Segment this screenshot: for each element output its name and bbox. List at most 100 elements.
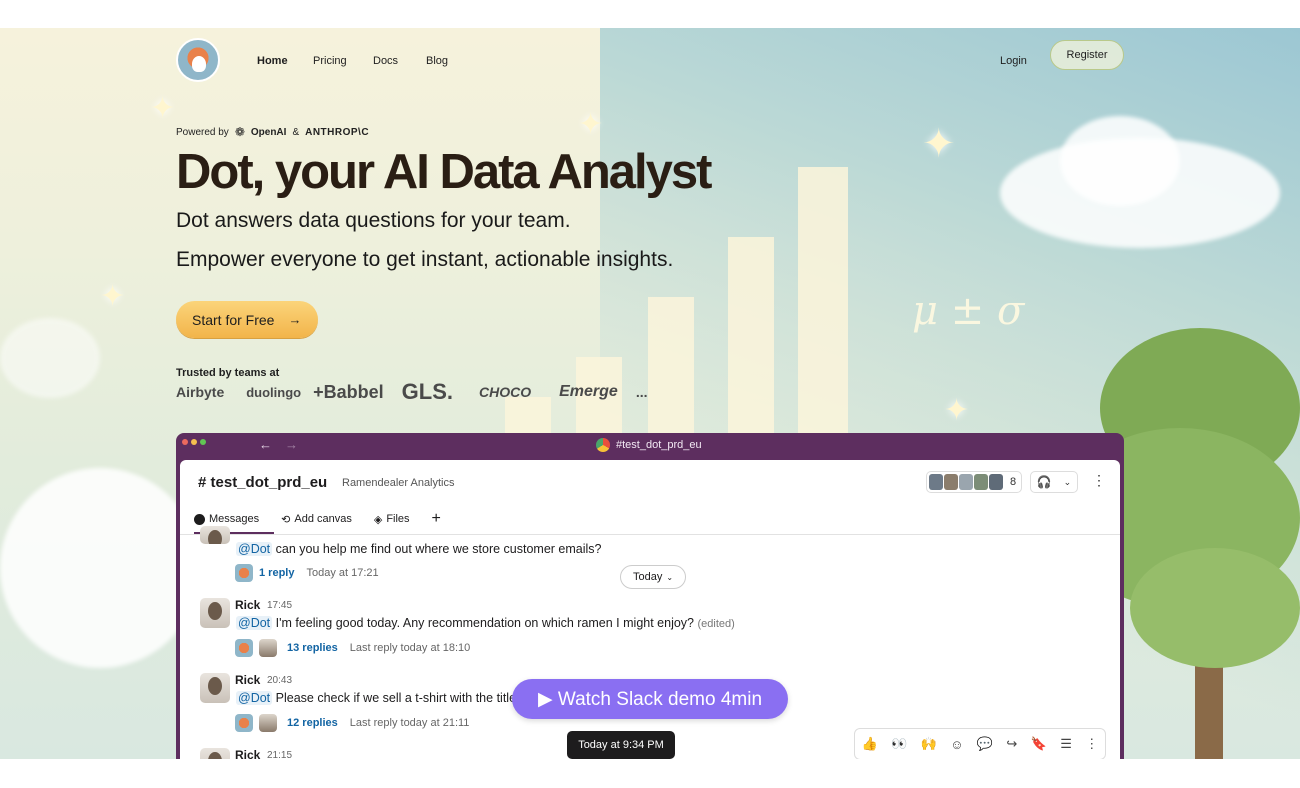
formula-text: μ ± σ	[912, 288, 1025, 334]
message-body: I'm feeling good today. Any recommendati…	[275, 616, 694, 630]
avatar[interactable]	[200, 748, 230, 759]
channel-subtitle: Ramendealer Analytics	[342, 477, 455, 489]
date-divider-button[interactable]: Today ⌄	[620, 565, 686, 589]
list-icon[interactable]: ☰	[1060, 736, 1072, 752]
watch-demo-button[interactable]: ▶ Watch Slack demo 4min	[512, 679, 788, 719]
huddle-button[interactable]: 🎧 ⌄	[1030, 471, 1078, 493]
divider	[180, 534, 1120, 535]
dot-avatar	[235, 564, 253, 582]
customer-logos: Airbyte duolingo +Babbel GLS. CHOCO Emer…	[176, 379, 669, 404]
avatar	[929, 474, 943, 490]
workspace-icon	[596, 438, 610, 452]
page-title: Dot, your AI Data Analyst	[176, 145, 712, 199]
chevron-down-icon[interactable]: ⌄	[1064, 477, 1072, 488]
trusted-label: Trusted by teams at	[176, 367, 280, 379]
message-time[interactable]: 21:15	[267, 750, 292, 759]
channel-name[interactable]: # test_dot_prd_eu	[198, 474, 327, 491]
message-text: @Dot can you help me find out where we s…	[236, 542, 602, 556]
message-time[interactable]: 17:45	[267, 600, 292, 611]
add-tab-button[interactable]: +	[432, 510, 441, 528]
more-actions-icon[interactable]: ⋮	[1085, 736, 1098, 752]
rick-avatar	[259, 714, 277, 732]
sparkle-icon: ✦	[922, 122, 956, 166]
start-for-free-button[interactable]: Start for Free →	[176, 301, 318, 338]
bookmark-icon[interactable]: 🔖	[1031, 736, 1047, 752]
message-actions-toolbar: 👍 👀 🙌 ☺ 💬 ↪ 🔖 ☰ ⋮	[854, 728, 1106, 759]
ampersand: &	[292, 126, 300, 138]
landing-page: ✦ ✦ ✦ ✦ ✦ μ ± σ Home Pricing Docs Blog L…	[0, 28, 1300, 759]
nav-blog[interactable]: Blog	[426, 55, 448, 67]
message-icon	[194, 513, 205, 525]
fox-logo-icon[interactable]	[176, 38, 220, 82]
more-logos: ...	[635, 384, 648, 400]
subtitle-1: Dot answers data questions for your team…	[176, 209, 571, 232]
tab-files[interactable]: ◈ Files	[374, 510, 410, 528]
add-reaction-icon[interactable]: ☺	[950, 737, 963, 752]
user-name[interactable]: Rick	[235, 598, 260, 612]
dot-avatar	[235, 714, 253, 732]
avatar	[944, 474, 958, 490]
mention[interactable]: @Dot	[236, 542, 273, 556]
forward-icon[interactable]: ↪	[1006, 736, 1017, 752]
timestamp-tooltip: Today at 9:34 PM	[567, 731, 675, 759]
thread-replies[interactable]: 12 replies Last reply today at 21:11	[235, 714, 469, 732]
nav-home[interactable]: Home	[257, 55, 288, 67]
reply-thread-icon[interactable]: 💬	[977, 736, 993, 752]
user-name[interactable]: Rick	[235, 748, 260, 759]
message-text: @Dot Please check if we sell a t-shirt w…	[236, 691, 516, 705]
avatar[interactable]	[200, 673, 230, 703]
tab-messages-label: Messages	[209, 513, 260, 525]
plus-icon: +	[431, 510, 441, 527]
message-text: @Dot I'm feeling good today. Any recomme…	[236, 616, 735, 630]
nav-docs[interactable]: Docs	[373, 55, 398, 67]
register-button[interactable]: Register	[1050, 40, 1124, 70]
avatar	[989, 474, 1003, 490]
nav-pricing[interactable]: Pricing	[313, 55, 347, 67]
window-title: #test_dot_prd_eu	[596, 438, 702, 452]
forward-arrow-icon[interactable]: →	[285, 437, 298, 452]
replies-time: Last reply today at 18:10	[349, 642, 471, 654]
powered-by-label: Powered by	[176, 126, 229, 138]
replies-link[interactable]: 1 reply	[259, 567, 294, 579]
slack-titlebar: ← → #test_dot_prd_eu	[176, 433, 1124, 459]
replies-link[interactable]: 12 replies	[287, 717, 338, 729]
canvas-icon: ⟲	[281, 513, 291, 526]
edited-label: (edited)	[697, 618, 735, 630]
subtitle-2: Empower everyone to get instant, actiona…	[176, 248, 674, 271]
avatar[interactable]	[200, 598, 230, 628]
sparkle-icon: ✦	[944, 394, 970, 427]
thread-replies[interactable]: 13 replies Last reply today at 18:10	[235, 639, 470, 657]
avatar	[959, 474, 973, 490]
user-name[interactable]: Rick	[235, 673, 260, 687]
cta-label: Start for Free	[192, 311, 275, 328]
emerge-logo: Emerge	[559, 383, 618, 400]
maximize-dot[interactable]	[200, 439, 206, 445]
login-link[interactable]: Login	[1000, 55, 1027, 67]
thread-replies[interactable]: 1 reply Today at 17:21	[235, 564, 379, 582]
raised-hands-icon[interactable]: 🙌	[921, 736, 937, 752]
minimize-dot[interactable]	[191, 439, 197, 445]
tab-add-canvas[interactable]: ⟲ Add canvas	[281, 510, 352, 528]
powered-by: Powered by ❁ OpenAI & ANTHROP\C	[176, 125, 369, 139]
avatar[interactable]	[200, 526, 230, 544]
member-count: 8	[1010, 476, 1017, 488]
avatar	[974, 474, 988, 490]
close-dot[interactable]	[182, 439, 188, 445]
background-bar	[798, 167, 848, 457]
background-bar	[728, 237, 774, 457]
message-time[interactable]: 20:43	[267, 675, 292, 686]
message-body: can you help me find out where we store …	[275, 542, 602, 556]
eyes-icon[interactable]: 👀	[891, 736, 907, 752]
cloud	[0, 468, 200, 668]
back-arrow-icon[interactable]: ←	[259, 437, 272, 452]
arrow-right-icon: →	[288, 312, 302, 327]
more-options-icon[interactable]: ⋮	[1092, 472, 1106, 489]
members-button[interactable]: 8	[926, 471, 1022, 493]
mention[interactable]: @Dot	[236, 616, 273, 630]
mention[interactable]: @Dot	[236, 691, 273, 705]
top-nav: Home Pricing Docs Blog Login Register	[176, 38, 1124, 82]
sparkle-icon: ✦	[578, 108, 604, 141]
tab-add-canvas-label: Add canvas	[294, 513, 352, 525]
replies-link[interactable]: 13 replies	[287, 642, 338, 654]
thumbs-up-icon[interactable]: 👍	[862, 736, 878, 752]
